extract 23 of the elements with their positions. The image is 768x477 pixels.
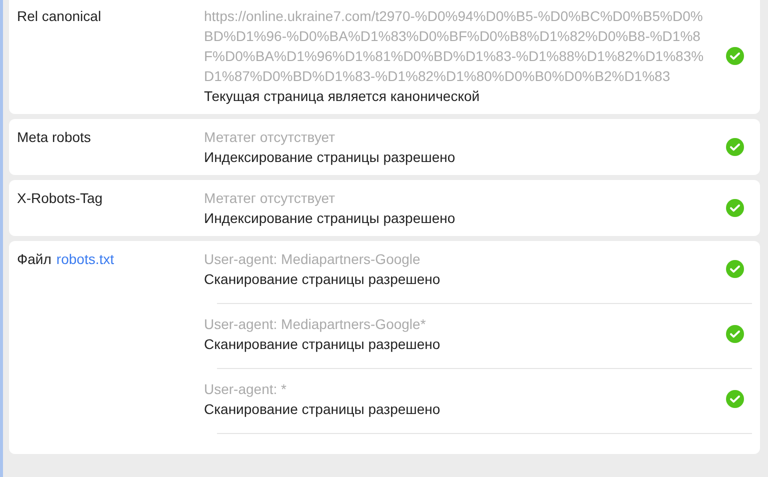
verdict-text: Индексирование страницы разрешено <box>204 209 456 228</box>
detail-text: User-agent: Mediapartners-Google <box>204 250 422 269</box>
detail-text: Метатег отсутствует <box>204 128 336 147</box>
verdict-text: Сканирование страницы разрешено <box>204 270 442 289</box>
verdict-text: Индексирование страницы разрешено <box>204 148 456 167</box>
check-circle-icon <box>726 260 744 278</box>
check-circle-icon <box>726 199 744 217</box>
verdict-text: Текущая страница является канонической <box>204 87 481 106</box>
check-circle-icon <box>726 325 744 343</box>
detail-text: User-agent: * <box>204 380 288 399</box>
verdict-text: Сканирование страницы разрешено <box>204 335 442 354</box>
check-circle-icon <box>726 47 744 65</box>
check-label: Rel canonical <box>17 7 102 26</box>
detail-text: User-agent: Mediapartners-Google* <box>204 315 427 334</box>
check-label: Файл <box>17 250 52 269</box>
check-label: Meta robots <box>17 128 91 147</box>
detail-text: Метатег отсутствует <box>204 189 336 208</box>
verdict-text: Сканирование страницы разрешено <box>204 400 442 419</box>
detail-text: https://online.ukraine7.com/t2970-%D0%94%D0%B5-%D0%BC%D0%B5%D0%BD%D1%96-%D0%BA%D1%83%D0%BF%D0%B8%D1%82%D0%B8-%D1%8F%D0%BA%D1%96%D1%81%D0%BD%D1%83-%D1%88%D1%82%D1%83%D1%87%D0%BD%D1%83-%D1%82%D1%80%D0%B0%D0%B2%D1%83 <box>204 7 705 86</box>
check-circle-icon <box>726 138 744 156</box>
robots-link[interactable]: robots.txt <box>56 249 114 269</box>
check-label: X-Robots-Tag <box>17 189 103 208</box>
check-circle-icon <box>726 390 744 408</box>
